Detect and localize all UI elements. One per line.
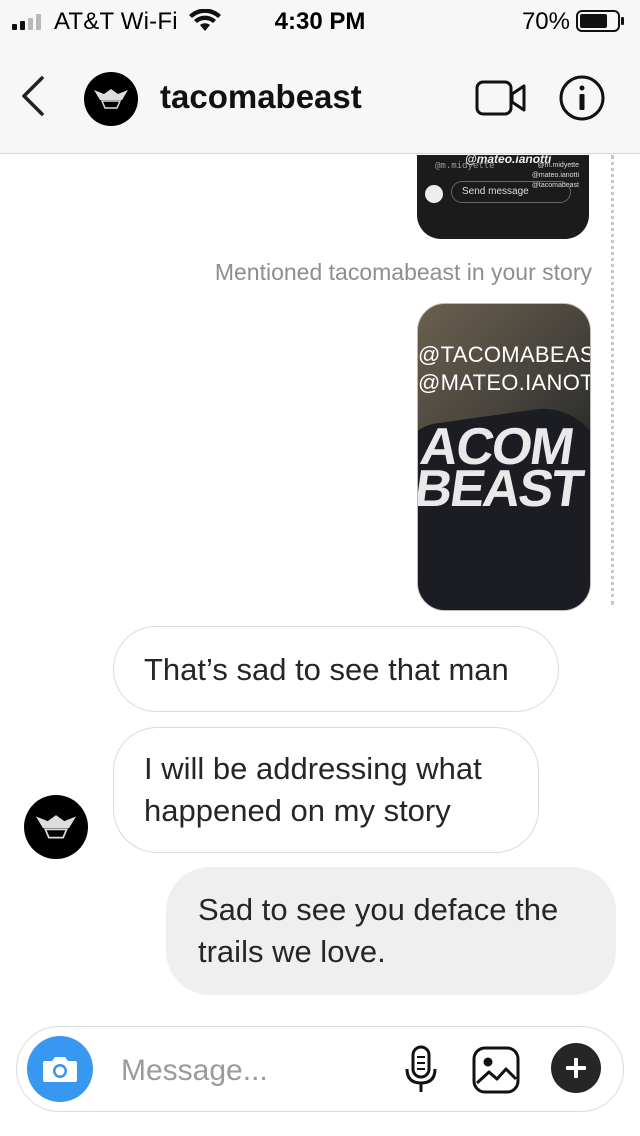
story-tag-left: @m.midyette — [435, 161, 495, 171]
back-arrow-icon[interactable] — [18, 72, 50, 120]
microphone-icon[interactable] — [403, 1045, 439, 1095]
message-input[interactable] — [121, 1051, 381, 1091]
shirt-text-line: BEAST — [417, 460, 586, 518]
avatar[interactable] — [84, 72, 138, 126]
tacomabeast-logo-icon — [35, 815, 77, 839]
story-tag: @mateo.ianotti — [531, 172, 579, 179]
camera-icon — [43, 1057, 77, 1082]
mention-notice: Mentioned tacomabeast in your story — [214, 259, 592, 285]
story-send-message: Send message — [451, 181, 571, 203]
shirt-logo-text: ACOM BEAST — [417, 418, 590, 518]
battery-percent: 70% — [521, 8, 570, 35]
plus-icon — [566, 1058, 586, 1078]
story-mention-card[interactable]: @TACOMABEAST @MATEO.IANOTTI ACOM BEAST — [417, 303, 591, 611]
message-bubble[interactable]: I will be addressing what happened on my… — [113, 727, 539, 853]
video-call-icon[interactable] — [474, 78, 528, 118]
story-card-tag: @TACOMABEAST — [418, 342, 591, 367]
message-thread[interactable]: @mateo.ianotti @m.midyette @m.midyette @… — [0, 155, 640, 1015]
gallery-icon[interactable] — [471, 1045, 521, 1095]
add-button[interactable] — [551, 1043, 601, 1093]
battery-icon — [576, 10, 624, 32]
story-camera-icon — [425, 185, 443, 203]
message-bubble[interactable]: That’s sad to see that man — [113, 626, 559, 712]
story-reply-preview[interactable]: @mateo.ianotti @m.midyette @m.midyette @… — [417, 155, 589, 239]
tacomabeast-logo-icon — [94, 89, 128, 109]
info-icon[interactable] — [558, 74, 606, 122]
story-thread-line — [611, 155, 615, 605]
sender-avatar[interactable] — [24, 795, 88, 859]
story-card-tag: @MATEO.IANOTTI — [418, 370, 591, 395]
status-bar: AT&T Wi-Fi 4:30 PM 70% — [0, 0, 640, 42]
conversation-username[interactable]: tacomabeast — [160, 78, 362, 116]
message-bubble[interactable]: Sad to see you deface the trails we love… — [166, 867, 616, 995]
story-tag: @m.midyette — [537, 162, 579, 169]
message-composer — [16, 1026, 624, 1112]
conversation-header: tacomabeast — [0, 42, 640, 154]
camera-button[interactable] — [27, 1036, 93, 1102]
